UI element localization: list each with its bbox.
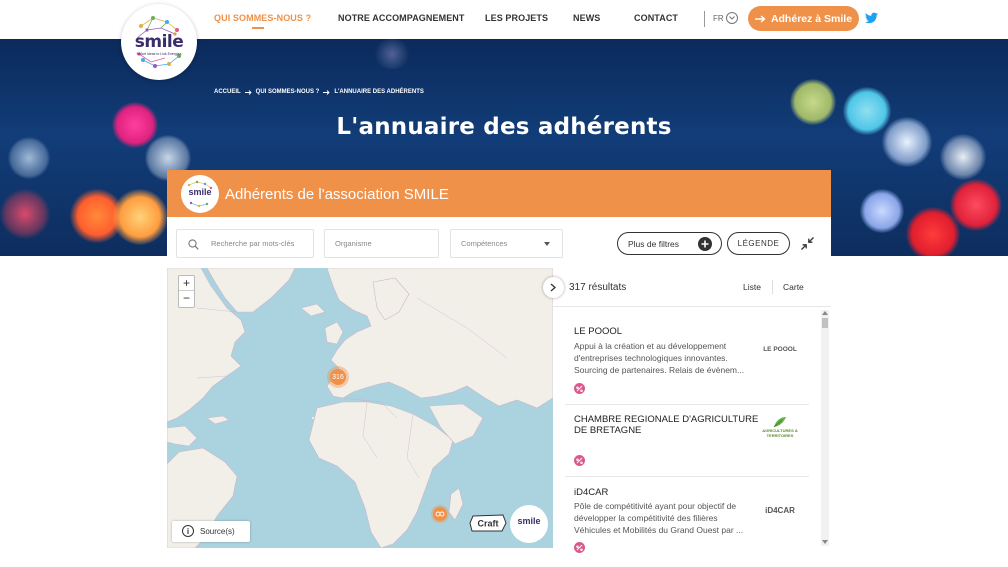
item-divider — [565, 404, 809, 405]
craft-badge[interactable]: Craft — [469, 514, 507, 532]
item-logo: LE POOOL — [763, 345, 797, 353]
info-icon: i — [182, 525, 194, 537]
language-selector[interactable]: FR — [713, 14, 724, 23]
craft-label: Craft — [477, 519, 498, 529]
bokeh-light — [860, 189, 904, 233]
bokeh-light — [112, 189, 168, 245]
nav-item-news[interactable]: NEWS — [573, 13, 600, 23]
nav-item-projets[interactable]: LES PROJETS — [485, 13, 548, 23]
legend-button[interactable]: LÉGENDE — [727, 232, 790, 255]
nav-divider — [704, 11, 705, 27]
map-smile-badge[interactable]: smile — [510, 505, 548, 543]
smile-logo[interactable]: smile SMart Ideas to Link Energies — [121, 4, 197, 80]
item-name: CHAMBRE REGIONALE D'AGRICULTURE DE BRETA… — [574, 414, 759, 436]
join-button[interactable]: Adhérez à Smile — [748, 6, 859, 31]
tag-icon — [574, 455, 585, 466]
arrow-right-icon — [754, 14, 766, 23]
bokeh-light — [8, 137, 50, 179]
results-divider — [553, 306, 831, 307]
search-placeholder: Recherche par mots-clés — [211, 239, 295, 248]
breadcrumb-item-accueil[interactable]: ACCUEIL — [214, 89, 241, 95]
search-icon — [188, 239, 199, 250]
page-title: L'annuaire des adhérents — [336, 114, 672, 140]
competences-select[interactable]: Compétences — [450, 229, 563, 258]
item-logo-text: AGRICULTURES & TERRITOIRES — [762, 428, 798, 438]
results-scrollbar[interactable] — [821, 310, 829, 546]
item-description: Pôle de compétitivité ayant pour objecti… — [574, 501, 744, 535]
item-name: LE POOOL — [574, 326, 623, 337]
nav-item-contact[interactable]: CONTACT — [634, 13, 678, 23]
view-toggle-divider — [772, 280, 773, 294]
logo-wordmark: smile — [134, 32, 184, 52]
competences-placeholder: Compétences — [461, 239, 508, 248]
item-description: Appui à la création et au développement … — [574, 341, 745, 375]
collapse-icon[interactable] — [800, 236, 815, 251]
bokeh-light — [950, 179, 1002, 231]
sources-label: Source(s) — [200, 527, 235, 536]
list-item[interactable]: CHAMBRE REGIONALE D'AGRICULTURE DE BRETA… — [565, 414, 817, 474]
bokeh-light — [940, 134, 986, 180]
map-cluster-marker — [433, 507, 447, 521]
scroll-down-arrow[interactable] — [822, 540, 828, 544]
directory-logo: smile — [181, 175, 219, 213]
results-panel: 317 résultats Liste Carte LE POOOL Appui… — [553, 268, 831, 553]
bokeh-light — [0, 189, 50, 239]
scroll-up-arrow[interactable] — [822, 311, 828, 315]
map-cluster-count: 316 — [330, 369, 346, 385]
arrow-right-icon — [244, 89, 252, 95]
organisme-placeholder: Organisme — [335, 239, 372, 248]
item-logo: iD4CAR — [765, 505, 795, 515]
directory-title: Adhérents de l'association SMILE — [225, 186, 449, 203]
map-smile-label: smile — [517, 516, 541, 526]
list-item[interactable]: LE POOOL Appui à la création et au dével… — [565, 326, 817, 402]
zoom-control: + − — [178, 275, 195, 308]
scroll-thumb[interactable] — [822, 318, 828, 328]
results-count: 317 résultats — [569, 282, 627, 293]
filter-bar: Recherche par mots-clés Organisme Compét… — [167, 217, 831, 268]
zoom-in-button[interactable]: + — [179, 276, 194, 291]
view-map-toggle[interactable]: Carte — [783, 282, 804, 292]
twitter-icon[interactable] — [865, 12, 878, 24]
list-item[interactable]: iD4CAR Pôle de compétitivité ayant pour … — [565, 487, 817, 553]
more-filters-button[interactable]: Plus de filtres — [617, 232, 722, 255]
map-cluster[interactable] — [431, 505, 449, 523]
organisme-input[interactable]: Organisme — [324, 229, 439, 258]
breadcrumb: ACCUEIL QUI SOMMES-NOUS ? L'ANNUAIRE DES… — [214, 89, 424, 95]
view-list-toggle[interactable]: Liste — [743, 282, 761, 292]
nav-active-indicator — [252, 27, 264, 29]
logo-tagline: SMart Ideas to Link Energies — [136, 52, 182, 56]
item-logo: AGRICULTURES & TERRITOIRES — [760, 414, 800, 440]
sources-button[interactable]: i Source(s) — [172, 521, 250, 542]
chevron-down-icon[interactable] — [726, 12, 738, 24]
tag-icon — [574, 542, 585, 553]
world-map — [167, 268, 553, 548]
plus-icon — [698, 237, 712, 251]
zoom-out-button[interactable]: − — [179, 291, 194, 306]
caret-down-icon — [544, 242, 550, 246]
link-icon — [435, 511, 445, 517]
breadcrumb-item-current: L'ANNUAIRE DES ADHÉRENTS — [334, 89, 424, 95]
nav-item-qui-sommes-nous[interactable]: QUI SOMMES-NOUS ? — [214, 13, 311, 23]
breadcrumb-item-qui-sommes-nous[interactable]: QUI SOMMES-NOUS ? — [256, 89, 320, 95]
bokeh-light — [372, 39, 412, 69]
join-button-label: Adhérez à Smile — [770, 12, 853, 25]
nav-item-accompagnement[interactable]: NOTRE ACCOMPAGNEMENT — [338, 13, 465, 23]
item-divider — [565, 476, 809, 477]
item-name: iD4CAR — [574, 487, 609, 498]
tag-icon — [574, 383, 585, 394]
directory-logo-wordmark: smile — [188, 187, 212, 197]
more-filters-label: Plus de filtres — [628, 238, 680, 249]
arrow-right-icon — [323, 89, 330, 95]
map-cluster[interactable]: 316 — [327, 366, 349, 388]
chevron-right-icon — [550, 283, 556, 292]
map-view[interactable]: + − 316 i Source(s) Craft smile — [167, 268, 553, 548]
search-input[interactable]: Recherche par mots-clés — [176, 229, 314, 258]
directory-header: smile Adhérents de l'association SMILE — [167, 170, 831, 217]
panel-toggle-button[interactable] — [543, 277, 564, 298]
leaf-icon — [773, 417, 786, 428]
